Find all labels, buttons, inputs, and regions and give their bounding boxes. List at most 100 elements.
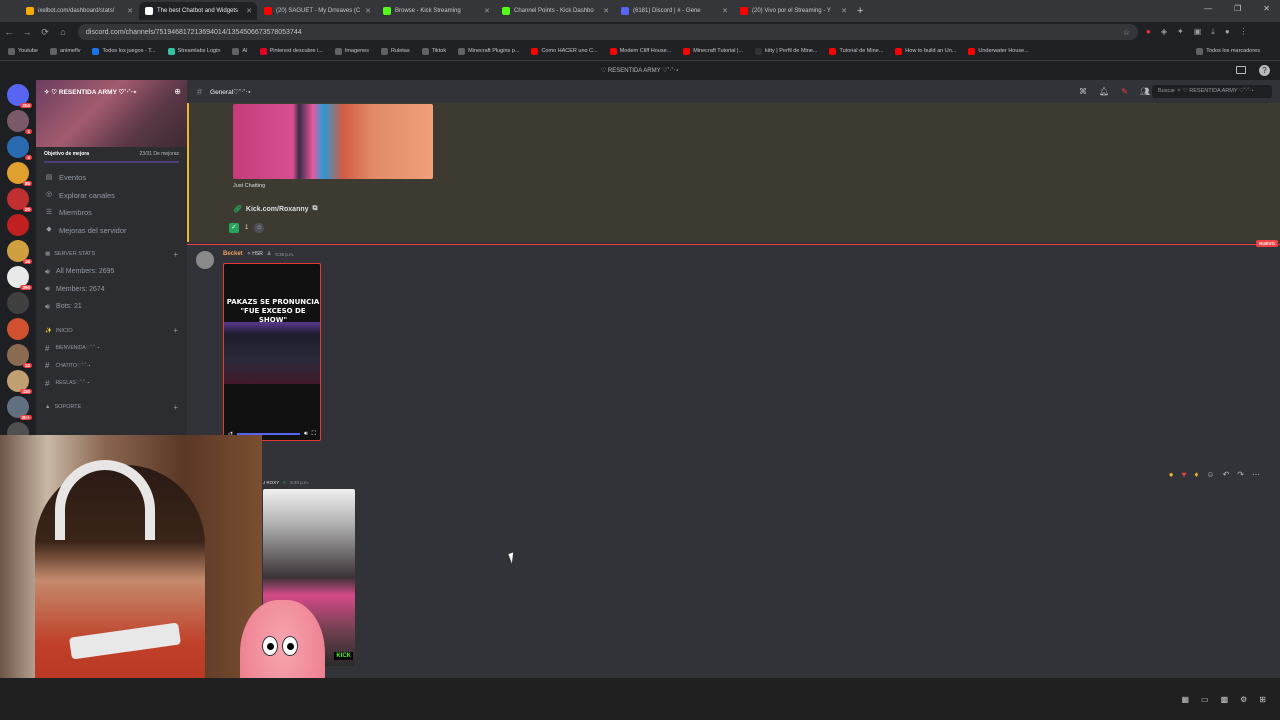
close-tab-icon[interactable]: ✕ xyxy=(722,7,728,15)
bookmark-item[interactable]: Youtube xyxy=(8,47,38,55)
bookmark-star-icon[interactable]: ☆ xyxy=(1123,28,1130,37)
extension-icon[interactable]: ◈ xyxy=(1161,27,1167,37)
browser-tab[interactable]: (6181) Discord | # - Gene ✕ xyxy=(615,2,733,20)
members-list-icon[interactable]: 👥︎ xyxy=(1140,87,1150,96)
text-channel[interactable]: # BIENVENIDA♡˚‧˚‧⋆ xyxy=(36,340,187,358)
boost-goal[interactable]: Objetivo de mejora 23/31 De mejoras xyxy=(36,147,187,161)
back-icon[interactable]: ← xyxy=(0,27,18,37)
search-input[interactable]: Buscar ✧ ♡ RESENTIDA ARMY ♡˚‧˚‧⋆ xyxy=(1152,85,1272,98)
category-server-stats[interactable]: ▦ SERVER STATS + xyxy=(36,245,187,263)
browser-tab[interactable]: (20) SAGUET - My Drreaves (C ✕ xyxy=(258,2,376,20)
home-icon[interactable]: ⌂ xyxy=(54,27,72,37)
add-channel-icon[interactable]: + xyxy=(173,250,178,259)
bookmark-item[interactable]: Underwater House... xyxy=(968,47,1029,55)
add-channel-icon[interactable]: + xyxy=(173,326,178,335)
sidebar-nav-item[interactable]: ◆ Mejoras del servidor xyxy=(36,222,187,240)
download-icon[interactable]: ⤓ xyxy=(1211,27,1215,37)
reload-icon[interactable]: ⟳ xyxy=(36,27,54,38)
bookmark-item[interactable]: How to build an Un... xyxy=(895,47,956,55)
sidebar-nav-item[interactable]: ☰ Miembros xyxy=(36,204,187,222)
bookmark-item[interactable]: Pinterest descubre i... xyxy=(259,47,323,55)
opera-icon[interactable]: ● xyxy=(1146,27,1151,37)
voice-channel[interactable]: 🔊︎ Bots: 21 xyxy=(36,298,187,316)
bookmark-item[interactable]: Ruletas xyxy=(380,47,410,55)
close-window-icon[interactable]: ✕ xyxy=(1263,4,1270,13)
heart-react-icon[interactable]: ♥ xyxy=(1182,470,1187,479)
bookmark-item[interactable]: Tiktok xyxy=(421,47,446,55)
menu-icon[interactable]: ⋮ xyxy=(1240,27,1248,37)
text-channel[interactable]: # REGLAS♡˚‧˚‧⋆ xyxy=(36,375,187,393)
bell-icon[interactable]: 🔔︎ xyxy=(1099,87,1109,96)
sidebar-icon[interactable]: ▣ xyxy=(1194,27,1202,37)
close-tab-icon[interactable]: ✕ xyxy=(365,7,371,15)
threads-icon[interactable]: ⌘ xyxy=(1079,87,1087,96)
browser-tab[interactable]: The best Chatbot and Widgets ✕ xyxy=(139,2,257,20)
text-channel[interactable]: # CHATITO♡˚‧˚‧⋆ xyxy=(36,357,187,375)
voice-channel[interactable]: 🔊︎ All Members: 2695 xyxy=(36,263,187,281)
maximize-icon[interactable]: ❐ xyxy=(1234,4,1241,13)
server-icon[interactable]: 430 xyxy=(7,370,32,394)
avatar[interactable] xyxy=(196,251,214,269)
forward-icon[interactable]: ↷ xyxy=(1237,470,1244,479)
grid-icon[interactable]: ▦ xyxy=(1181,695,1189,704)
check-reaction-icon[interactable]: ✓ xyxy=(229,223,239,233)
bookmark-item[interactable]: Todos los juegos - T... xyxy=(92,47,156,55)
bookmark-item[interactable]: Streamlabs Login xyxy=(167,47,220,55)
settings-icon[interactable]: ⚙ xyxy=(1240,695,1247,704)
browser-tab[interactable]: Channel Points - Kick Dashbo ✕ xyxy=(496,2,614,20)
forward-icon[interactable]: → xyxy=(18,27,36,37)
link-text[interactable]: Kick.com/Roxanny xyxy=(246,206,309,213)
server-icon[interactable]: 2K+ xyxy=(7,396,32,420)
close-tab-icon[interactable]: ✕ xyxy=(127,7,133,15)
server-icon[interactable] xyxy=(7,214,29,236)
server-icon[interactable] xyxy=(7,318,29,340)
add-reaction-icon[interactable]: ☺ xyxy=(254,223,265,233)
embed-thumbnail[interactable] xyxy=(233,104,433,179)
url-field[interactable]: discord.com/channels/751946817213694014/… xyxy=(78,24,1138,40)
server-icon[interactable] xyxy=(7,292,29,314)
server-icon[interactable]: 204 xyxy=(7,84,32,108)
server-icon[interactable]: 20 xyxy=(7,188,32,212)
close-tab-icon[interactable]: ✕ xyxy=(484,7,490,15)
minimize-icon[interactable]: — xyxy=(1204,4,1212,13)
pin-icon[interactable]: ✎ xyxy=(1121,87,1128,96)
server-icon[interactable]: 1 xyxy=(7,110,32,134)
browser-tab[interactable]: Browse - Kick Streaming ✕ xyxy=(377,2,495,20)
bookmark-item[interactable]: AI xyxy=(232,47,248,55)
close-tab-icon[interactable]: ✕ xyxy=(246,7,252,15)
server-icon[interactable]: 390 xyxy=(7,266,32,290)
profile-icon[interactable]: ● xyxy=(1225,27,1230,37)
tiles-icon[interactable]: ▩ xyxy=(1221,695,1229,704)
bookmark-item[interactable]: Tutorial de Mine... xyxy=(829,47,883,55)
sidebar-nav-item[interactable]: ▤ Eventos xyxy=(36,169,187,187)
bookmark-item[interactable]: Imagenes xyxy=(334,47,369,55)
bookmark-item[interactable]: animeflv xyxy=(50,47,80,55)
video-attachment[interactable]: PAKAZS SE PRONUNCIA "FUE EXCESO DE SHOW"… xyxy=(223,263,321,441)
more-icon[interactable]: ⋯ xyxy=(1252,470,1260,479)
reply-icon[interactable]: ↶ xyxy=(1223,470,1230,479)
server-banner[interactable]: ✧ ♡ RESENTIDA ARMY ♡˚‧˚‧⋆ ⊕ xyxy=(36,80,187,147)
add-reaction-icon[interactable]: ☺ xyxy=(1206,470,1214,479)
sidebar-nav-item[interactable]: ◎ Explorar canales xyxy=(36,187,187,205)
close-tab-icon[interactable]: ✕ xyxy=(841,7,847,15)
all-bookmarks[interactable]: Todos los marcadores xyxy=(1196,47,1260,55)
help-icon[interactable]: ? xyxy=(1259,65,1270,76)
external-link-icon[interactable]: ⧉ xyxy=(313,205,318,213)
add-member-icon[interactable]: ⊕ xyxy=(174,87,181,96)
bookmark-item[interactable]: Minecraft Plugins p... xyxy=(458,47,519,55)
username[interactable]: J ROXY xyxy=(263,480,279,485)
server-icon[interactable]: 85 xyxy=(7,162,32,186)
voice-channel[interactable]: 🔊︎ Members: 2674 xyxy=(36,281,187,299)
server-icon[interactable]: 16 xyxy=(7,240,32,264)
category-soporte[interactable]: ▲ SOPORTE + xyxy=(36,398,187,416)
inbox-icon[interactable] xyxy=(1236,66,1246,74)
emoji-react-icon[interactable]: ● xyxy=(1169,470,1174,479)
bookmark-item[interactable]: Modern Cliff House... xyxy=(609,47,671,55)
close-tab-icon[interactable]: ✕ xyxy=(603,7,609,15)
bookmark-item[interactable]: Como HACER uno C... xyxy=(531,47,598,55)
apps-icon[interactable]: ⊞ xyxy=(1259,695,1266,704)
fullscreen-icon[interactable]: ⛶ xyxy=(312,431,316,438)
server-icon[interactable]: 12 xyxy=(7,344,32,368)
browser-tab[interactable]: (20) Vivo por el Streaming - Y ✕ xyxy=(734,2,852,20)
username[interactable]: Becket xyxy=(223,251,243,257)
